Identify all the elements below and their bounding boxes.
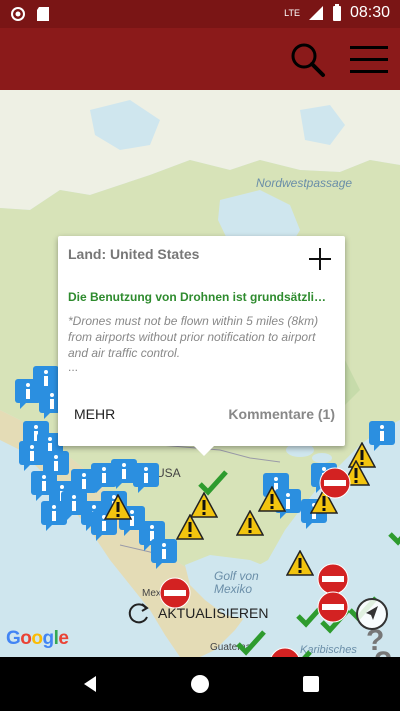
home-icon[interactable] [191,675,209,693]
map-label-golf: Golf von Mexiko [214,569,259,596]
info-window: Land: United States Die Benutzung von Dr… [58,236,345,456]
map-label-nordwestpassage: Nordwestpassage [256,176,353,190]
allowed-marker[interactable] [236,630,266,657]
google-logo: Google [6,628,69,649]
network-type: LTE [284,8,300,18]
prohibited-marker[interactable] [316,590,350,629]
sd-card-icon [37,7,49,21]
info-window-body: *Drones must not be flown within 5 miles… [68,314,319,360]
info-marker[interactable] [40,500,68,537]
info-window-headline: Die Benutzung von Drohnen ist grundsätzl… [68,290,326,304]
info-marker[interactable] [132,462,160,499]
record-icon [11,7,25,21]
warning-marker[interactable] [103,493,133,525]
battery-icon [332,4,341,21]
allowed-marker[interactable] [198,470,228,501]
clock: 08:30 [349,4,390,21]
allowed-marker[interactable] [388,520,400,551]
search-icon[interactable] [286,38,330,82]
more-button[interactable]: MEHR [74,406,115,422]
signal-icon [308,6,323,20]
plus-icon[interactable] [307,246,333,272]
recent-apps-icon[interactable] [303,676,319,692]
warning-marker[interactable] [285,549,315,581]
comments-button[interactable]: Kommentare (1) [228,406,335,422]
status-bar: LTE 08:30 [0,0,400,28]
hamburger-menu-icon[interactable] [346,38,392,82]
navigation-arrow-icon [366,606,378,620]
refresh-label: AKTUALISIEREN [158,605,269,621]
my-location-button[interactable] [356,598,388,630]
prohibited-marker[interactable] [268,646,302,657]
info-window-title: Land: United States [68,246,200,262]
app-bar [0,28,400,90]
system-nav-bar [0,657,400,711]
info-marker[interactable] [150,538,178,575]
warning-marker[interactable] [175,513,205,545]
back-icon[interactable] [82,675,98,693]
warning-marker[interactable] [235,509,265,541]
refresh-icon [128,603,149,624]
prohibited-marker[interactable] [318,466,352,505]
refresh-button[interactable]: AKTUALISIEREN [126,600,268,626]
info-window-ellipsis: ... [68,360,79,374]
